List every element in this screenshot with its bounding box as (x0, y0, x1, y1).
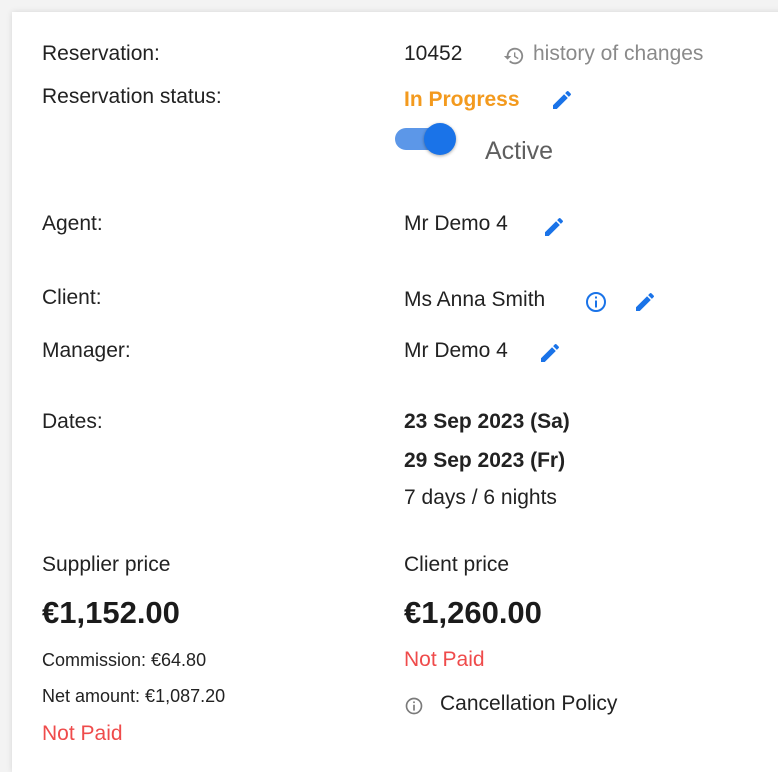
edit-status-icon[interactable] (550, 88, 574, 117)
active-toggle-thumb (424, 123, 456, 155)
client-price-label: Client price (404, 553, 510, 576)
history-icon (503, 45, 525, 72)
history-of-changes-text: history of changes (533, 42, 704, 65)
manager-label: Manager: (42, 339, 131, 362)
edit-agent-icon[interactable] (542, 215, 566, 244)
start-date: 23 Sep 2023 (Sa) (404, 410, 570, 433)
end-date: 29 Sep 2023 (Fr) (404, 449, 566, 472)
agent-value: Mr Demo 4 (404, 212, 508, 235)
dates-label: Dates: (42, 410, 103, 433)
reservation-status-value: In Progress (404, 88, 520, 111)
cancellation-info-icon (404, 696, 424, 721)
agent-label: Agent: (42, 212, 103, 235)
client-payment-status: Not Paid (404, 648, 485, 671)
supplier-payment-status: Not Paid (42, 722, 123, 745)
client-info-icon[interactable] (584, 290, 608, 319)
client-price-amount: €1,260.00 (404, 595, 542, 630)
reservation-label: Reservation: (42, 42, 160, 65)
client-value: Ms Anna Smith (404, 288, 546, 311)
client-label: Client: (42, 286, 102, 309)
reservation-number: 10452 (404, 42, 463, 65)
stay-duration: 7 days / 6 nights (404, 486, 557, 509)
reservation-status-label: Reservation status: (42, 85, 222, 108)
net-amount: Net amount: €1,087.20 (42, 686, 226, 706)
edit-manager-icon[interactable] (538, 341, 562, 370)
supplier-price-label: Supplier price (42, 553, 171, 576)
manager-value: Mr Demo 4 (404, 339, 508, 362)
edit-client-icon[interactable] (633, 290, 657, 319)
commission-amount: Commission: €64.80 (42, 650, 207, 670)
cancellation-policy-text: Cancellation Policy (440, 692, 618, 715)
active-label: Active (485, 137, 554, 165)
supplier-price-amount: €1,152.00 (42, 595, 180, 630)
